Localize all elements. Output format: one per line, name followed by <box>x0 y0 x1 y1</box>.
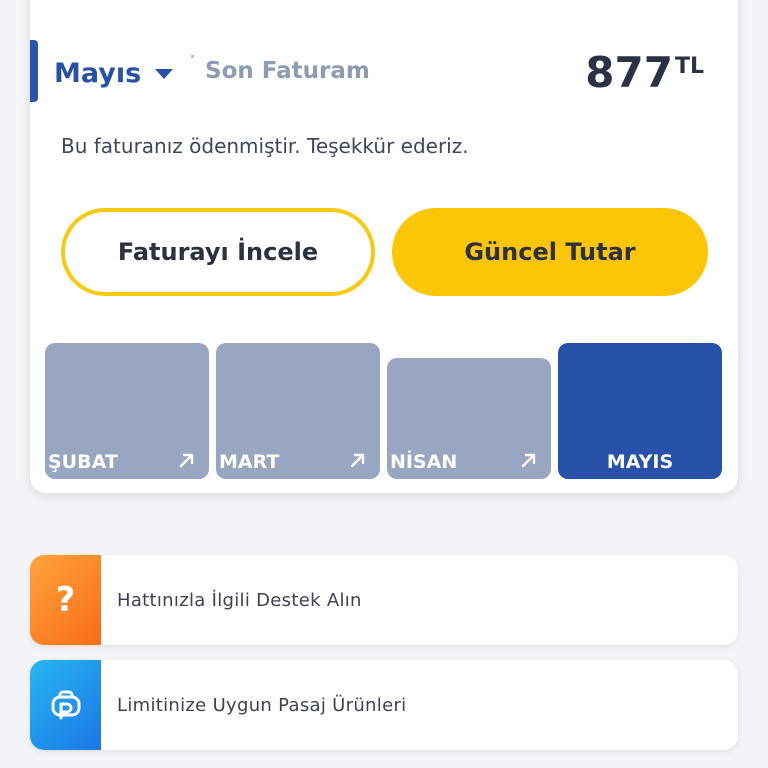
selection-accent-bar <box>30 40 38 102</box>
caret-down-icon <box>155 69 174 79</box>
question-icon: ? <box>55 580 76 620</box>
pasaj-action-row[interactable]: Limitinize Uygun Pasaj Ürünleri <box>30 660 738 750</box>
month-tile-subat[interactable]: ŞUBAT <box>45 343 209 479</box>
current-amount-button-label: Güncel Tutar <box>464 238 636 266</box>
bill-amount-value: 877 <box>585 48 673 97</box>
month-dropdown[interactable]: Mayıs <box>54 54 174 92</box>
month-tile-label: ŞUBAT <box>48 451 118 473</box>
separator-dot <box>191 55 194 58</box>
view-bill-button-label: Faturayı İncele <box>117 238 319 266</box>
bill-currency: TL <box>674 54 704 79</box>
month-dropdown-label: Mayıs <box>54 57 142 89</box>
pasaj-icon <box>51 690 80 720</box>
month-tile-label: MART <box>219 451 280 473</box>
view-bill-button[interactable]: Faturayı İncele <box>61 208 375 296</box>
last-bill-label: Son Faturam <box>205 58 370 84</box>
month-tile-nisan[interactable]: NİSAN <box>387 358 551 479</box>
current-amount-button[interactable]: Güncel Tutar <box>392 208 708 296</box>
payment-status-text: Bu faturanız ödenmiştir. Teşekkür ederiz… <box>61 134 469 158</box>
support-action-row[interactable]: ? Hattınızla İlgili Destek Alın <box>30 555 738 645</box>
pasaj-action-label: Limitinize Uygun Pasaj Ürünleri <box>117 694 407 716</box>
arrow-up-right-icon <box>179 453 194 468</box>
month-tile-mayis[interactable]: MAYIS <box>558 343 722 479</box>
pasaj-tile <box>30 660 101 750</box>
month-tile-mart[interactable]: MART <box>216 343 380 479</box>
bill-amount: 877 TL <box>585 48 704 98</box>
support-action-label: Hattınızla İlgili Destek Alın <box>117 589 362 611</box>
month-tile-label: MAYIS <box>606 451 674 473</box>
month-history: ŞUBAT MART NİSAN MAYIS <box>45 343 723 479</box>
arrow-up-right-icon <box>521 453 536 468</box>
support-tile: ? <box>30 555 101 645</box>
arrow-up-right-icon <box>350 453 365 468</box>
month-tile-label: NİSAN <box>390 451 458 473</box>
